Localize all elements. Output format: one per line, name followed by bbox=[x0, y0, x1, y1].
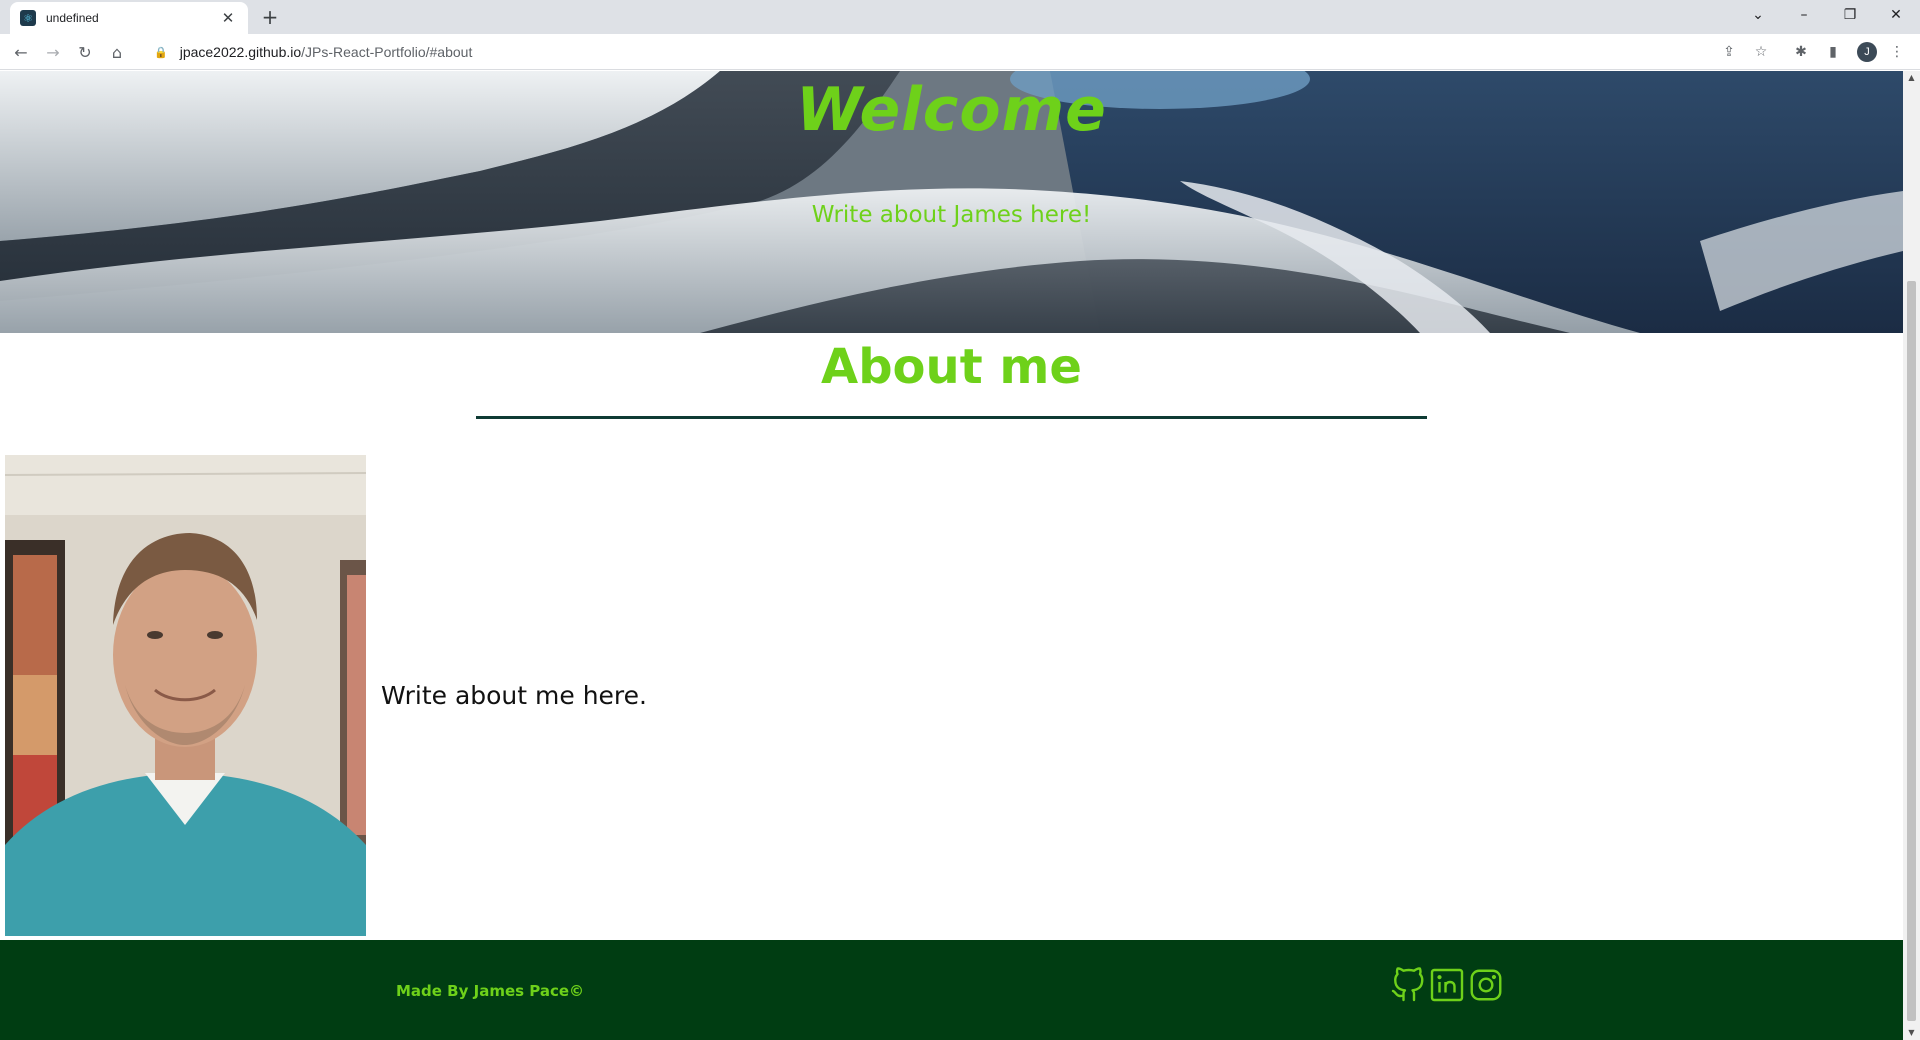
about-heading: About me bbox=[821, 339, 1082, 395]
page-viewport: Welcome Write about James here! About me bbox=[0, 71, 1903, 1040]
react-favicon-icon: ⚛ bbox=[20, 10, 36, 26]
github-icon[interactable] bbox=[1390, 966, 1426, 1004]
share-icon[interactable]: ⇪ bbox=[1719, 42, 1739, 62]
url-host: jpace2022.github.io bbox=[179, 44, 302, 60]
instagram-icon[interactable] bbox=[1468, 966, 1504, 1004]
scroll-down-arrow-icon[interactable]: ▼ bbox=[1903, 1026, 1920, 1040]
forward-icon[interactable]: → bbox=[40, 39, 66, 65]
back-icon[interactable]: ← bbox=[8, 39, 34, 65]
page-scrollbar[interactable]: ▲ ▼ bbox=[1903, 71, 1920, 1040]
footer-credit: Made By James Pace© bbox=[396, 982, 585, 1000]
address-bar[interactable]: 🔒 jpace2022.github.io/JPs-React-Portfoli… bbox=[140, 38, 1740, 66]
profile-photo bbox=[5, 455, 366, 936]
new-tab-button[interactable]: + bbox=[258, 5, 282, 29]
hero-banner: Welcome Write about James here! bbox=[0, 71, 1903, 333]
hero-subtitle: Write about James here! bbox=[811, 202, 1092, 228]
tab-title: undefined bbox=[46, 11, 99, 25]
close-tab-icon[interactable]: ✕ bbox=[218, 9, 238, 27]
scrollbar-thumb[interactable] bbox=[1907, 281, 1916, 1021]
bookmark-star-icon[interactable]: ☆ bbox=[1751, 42, 1771, 62]
browser-toolbar: ← → ↻ ⌂ 🔒 jpace2022.github.io/JPs-React-… bbox=[0, 34, 1920, 70]
heading-divider bbox=[476, 416, 1427, 419]
scroll-up-arrow-icon[interactable]: ▲ bbox=[1903, 71, 1920, 85]
url-path: /JPs-React-Portfolio/#about bbox=[301, 44, 473, 60]
lock-icon: 🔒 bbox=[154, 45, 168, 59]
minimize-icon[interactable]: – bbox=[1781, 0, 1827, 30]
close-window-icon[interactable]: ✕ bbox=[1873, 0, 1919, 30]
restore-icon[interactable]: ❐ bbox=[1827, 0, 1873, 30]
browser-tab-bar: ⚛ undefined ✕ + ⌄ – ❐ ✕ bbox=[0, 0, 1920, 34]
about-text: Write about me here. bbox=[381, 681, 647, 710]
reload-icon[interactable]: ↻ bbox=[72, 39, 98, 65]
hero-title: Welcome bbox=[796, 75, 1107, 145]
footer: Made By James Pace© bbox=[0, 940, 1903, 1040]
browser-tab[interactable]: ⚛ undefined ✕ bbox=[10, 2, 248, 34]
side-panel-icon[interactable]: ▮ bbox=[1823, 42, 1843, 62]
tab-search-icon[interactable]: ⌄ bbox=[1735, 0, 1781, 30]
profile-avatar[interactable]: J bbox=[1857, 42, 1877, 62]
menu-kebab-icon[interactable]: ⋮ bbox=[1887, 42, 1907, 62]
home-icon[interactable]: ⌂ bbox=[104, 39, 130, 65]
extensions-icon[interactable]: ✱ bbox=[1791, 42, 1811, 62]
linkedin-icon[interactable] bbox=[1429, 966, 1465, 1004]
